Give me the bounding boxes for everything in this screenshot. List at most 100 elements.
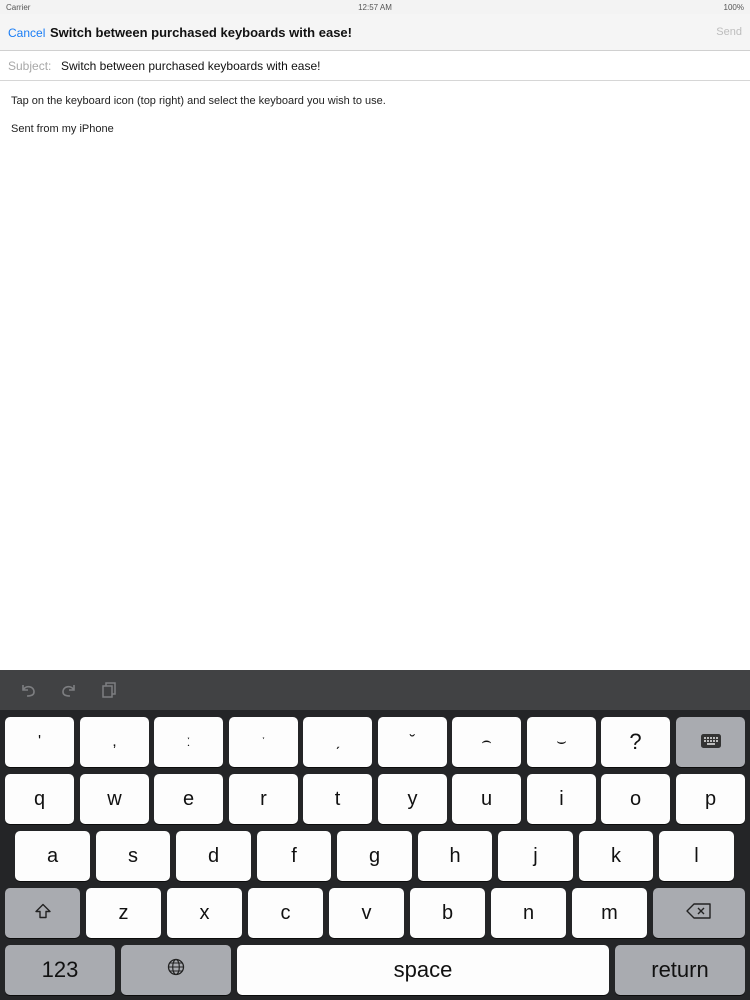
key-label: k <box>611 844 621 867</box>
key-j[interactable]: j <box>498 831 573 881</box>
key-k[interactable]: k <box>579 831 653 881</box>
key-label: x <box>199 901 210 924</box>
key-t[interactable]: t <box>303 774 372 824</box>
key-n[interactable]: n <box>491 888 566 938</box>
key-label: d <box>207 844 220 867</box>
key-label: q <box>33 787 46 810</box>
keyboard-switch-key[interactable] <box>676 717 745 767</box>
key-x[interactable]: x <box>167 888 242 938</box>
key-f[interactable]: f <box>257 831 331 881</box>
key-label: p <box>704 787 717 810</box>
subject-label: Subject: <box>8 59 52 73</box>
key-apostrophe[interactable]: ' <box>5 717 74 767</box>
key-label: i <box>559 787 564 810</box>
key-low-tone[interactable]: ˏ <box>303 717 372 767</box>
cancel-button[interactable]: Cancel <box>8 26 45 40</box>
key-z[interactable]: z <box>86 888 161 938</box>
battery-label: 100% <box>723 3 744 12</box>
key-e[interactable]: e <box>154 774 223 824</box>
key-label: ˑ <box>261 733 266 750</box>
key-a[interactable]: a <box>15 831 90 881</box>
key-w[interactable]: w <box>80 774 149 824</box>
send-button[interactable]: Send <box>716 26 742 38</box>
key-arc-up[interactable]: ⌢ <box>452 717 521 767</box>
key-label: ' <box>37 733 42 750</box>
undo-icon[interactable] <box>19 680 39 700</box>
key-long-mark[interactable]: ː <box>154 717 223 767</box>
key-label: t <box>334 787 341 810</box>
globe-icon <box>167 958 185 982</box>
redo-icon[interactable] <box>58 680 78 700</box>
key-label: a <box>46 844 59 867</box>
keyboard-shortcut-bar <box>0 670 750 710</box>
key-comma[interactable]: , <box>80 717 149 767</box>
numbers-key[interactable]: 123 <box>5 945 115 995</box>
return-key[interactable]: return <box>615 945 745 995</box>
keyboard-icon <box>700 731 721 754</box>
body-line: Tap on the keyboard icon (top right) and… <box>11 95 386 107</box>
key-l[interactable]: l <box>659 831 734 881</box>
key-label: ⌣ <box>556 733 567 750</box>
key-arc-down[interactable]: ⌣ <box>527 717 596 767</box>
key-label: z <box>118 901 129 924</box>
key-label: ˘ <box>409 733 416 750</box>
key-label: return <box>651 957 709 982</box>
key-o[interactable]: o <box>601 774 670 824</box>
key-label: , <box>112 733 117 750</box>
key-label: ˏ <box>334 733 341 750</box>
delete-key[interactable] <box>653 888 745 938</box>
key-label: u <box>480 787 493 810</box>
page-title: Switch between purchased keyboards with … <box>50 25 352 40</box>
key-label: ː <box>186 733 191 750</box>
key-label: l <box>694 844 699 867</box>
paste-icon[interactable] <box>99 680 119 700</box>
key-i[interactable]: i <box>527 774 596 824</box>
shift-icon <box>34 902 52 925</box>
key-q[interactable]: q <box>5 774 74 824</box>
key-label: space <box>393 957 453 982</box>
shift-key[interactable] <box>5 888 80 938</box>
key-y[interactable]: y <box>378 774 447 824</box>
signature-line: Sent from my iPhone <box>11 123 114 135</box>
key-d[interactable]: d <box>176 831 251 881</box>
key-label: n <box>522 901 535 924</box>
key-b[interactable]: b <box>410 888 485 938</box>
key-v[interactable]: v <box>329 888 404 938</box>
key-label: s <box>128 844 138 867</box>
key-question[interactable]: ? <box>601 717 670 767</box>
key-m[interactable]: m <box>572 888 647 938</box>
status-bar: Carrier 12:57 AM 100% <box>0 0 750 14</box>
key-h[interactable]: h <box>418 831 492 881</box>
key-label: j <box>533 844 538 867</box>
status-time: 12:57 AM <box>358 3 392 12</box>
key-label: y <box>407 787 418 810</box>
key-breve[interactable]: ˘ <box>378 717 447 767</box>
compose-navbar: Cancel Switch between purchased keyboard… <box>0 14 750 51</box>
key-label: g <box>368 844 381 867</box>
key-half-long-mark[interactable]: ˑ <box>229 717 298 767</box>
key-label: h <box>449 844 461 867</box>
key-label: b <box>441 901 454 924</box>
key-label: o <box>629 787 642 810</box>
subject-field[interactable]: Subject: Switch between purchased keyboa… <box>0 51 750 81</box>
key-label: e <box>182 787 195 810</box>
message-body[interactable]: Tap on the keyboard icon (top right) and… <box>0 81 750 670</box>
key-label: ⌢ <box>481 733 492 750</box>
key-label: r <box>260 787 267 810</box>
key-s[interactable]: s <box>96 831 170 881</box>
key-label: w <box>107 787 122 810</box>
key-p[interactable]: p <box>676 774 745 824</box>
key-r[interactable]: r <box>229 774 298 824</box>
keyboard: ' , ː ˑ ˏ ˘ ⌢ ⌣ ? q w e r t y u i o p a … <box>0 710 750 1000</box>
key-c[interactable]: c <box>248 888 323 938</box>
backspace-icon <box>686 902 712 925</box>
key-label: v <box>361 901 372 924</box>
globe-key[interactable] <box>121 945 231 995</box>
subject-value[interactable]: Switch between purchased keyboards with … <box>61 59 320 73</box>
key-label: ? <box>629 729 642 754</box>
space-key[interactable]: space <box>237 945 609 995</box>
key-g[interactable]: g <box>337 831 412 881</box>
key-u[interactable]: u <box>452 774 521 824</box>
key-label: m <box>601 901 618 924</box>
key-label: c <box>280 901 291 924</box>
